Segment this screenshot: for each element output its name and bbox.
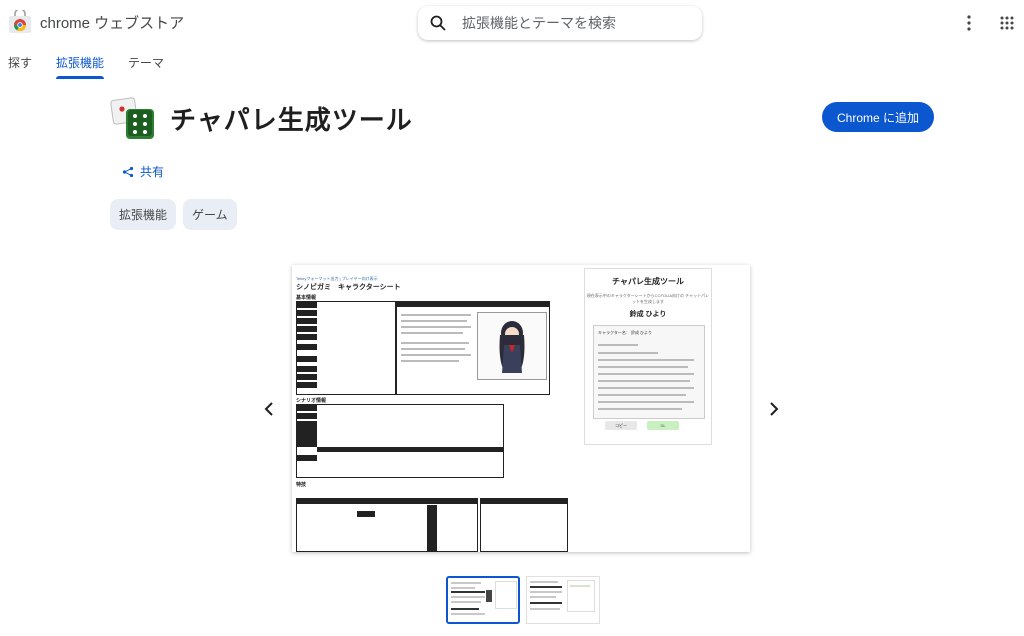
skills-table xyxy=(296,498,478,552)
thumbnail-1[interactable] xyxy=(446,576,520,624)
share-button[interactable]: 共有 xyxy=(122,163,164,180)
sheet-title: シノビガミ キャラクターシート xyxy=(296,284,401,291)
chip-games[interactable]: ゲーム xyxy=(183,199,237,230)
apps-grid-icon[interactable] xyxy=(998,14,1016,32)
share-label: 共有 xyxy=(140,165,165,179)
panel-title: チャパレ生成ツール xyxy=(612,277,684,286)
store-brand[interactable]: chrome ウェブストア xyxy=(8,10,184,34)
palette-panel: チャパレ生成ツール 現在表示中のキャラクターシートからCCFOLIA向けの チャ… xyxy=(584,268,712,445)
thumbnail-2[interactable] xyxy=(526,576,600,624)
chrome-web-store-logo-icon xyxy=(9,10,31,33)
sheet-section-scenario: シナリオ情報 xyxy=(296,398,327,404)
chevron-left-icon xyxy=(264,402,273,416)
character-portrait xyxy=(477,312,547,380)
brand-name: chrome ウェブストア xyxy=(40,14,185,32)
panel-character-name: 鈴成 ひより xyxy=(629,311,667,318)
header-actions xyxy=(960,14,1016,32)
profile-table xyxy=(396,301,550,395)
extension-title: チャパレ生成ツール xyxy=(170,105,413,135)
panel-subtitle: 現在表示中のキャラクターシートからCCFOLIA向けの チャットパレットを生成し… xyxy=(586,293,710,304)
add-to-chrome-button[interactable]: Chrome に追加 xyxy=(822,102,934,132)
scenario-table xyxy=(296,404,504,478)
sheet-section-skills: 特技 xyxy=(296,482,307,488)
search-icon[interactable] xyxy=(430,15,446,31)
carousel-screenshot: Tekeyフォーマット出力 | プレイヤー向け表示 シノビガミ キャラクターシー… xyxy=(292,265,750,552)
more-vert-icon[interactable] xyxy=(960,14,978,32)
basic-info-table xyxy=(296,301,396,395)
main-tabs: 探す 拡張機能 テーマ xyxy=(8,54,164,79)
tab-discover[interactable]: 探す xyxy=(8,54,32,77)
screenshot-thumbnails xyxy=(446,576,600,624)
sheet-section-basic: 基本情報 xyxy=(296,295,317,301)
palette-output-box: キャラクター名： 鈴成 ひより xyxy=(593,325,705,419)
tab-themes[interactable]: テーマ xyxy=(128,54,164,77)
share-icon xyxy=(122,166,134,177)
search-input[interactable] xyxy=(460,14,684,32)
panel-download-button: DL xyxy=(647,421,679,430)
category-chips: 拡張機能 ゲーム xyxy=(110,199,237,230)
chip-extensions[interactable]: 拡張機能 xyxy=(110,199,177,230)
search-box[interactable] xyxy=(418,6,702,40)
carousel-prev-button[interactable] xyxy=(259,398,279,420)
panel-copy-button: コピー xyxy=(605,421,637,430)
character-sheet: Tekeyフォーマット出力 | プレイヤー向け表示 シノビガミ キャラクターシー… xyxy=(296,268,568,552)
carousel-next-button[interactable] xyxy=(764,398,784,420)
tab-extensions[interactable]: 拡張機能 xyxy=(56,54,105,79)
panel-char-label: キャラクター名： 鈴成 ひより xyxy=(598,330,652,335)
chevron-right-icon xyxy=(770,402,779,416)
skill-detail-table xyxy=(480,498,568,552)
dice-icon xyxy=(110,97,154,139)
